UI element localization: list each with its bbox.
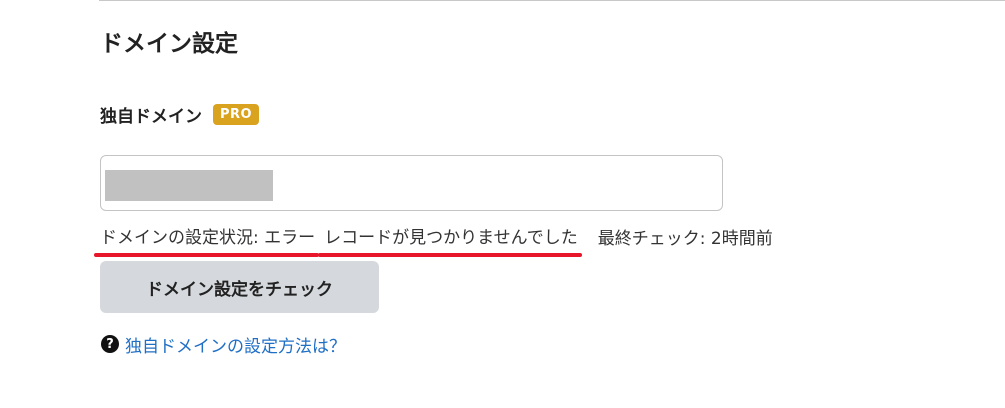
check-domain-button[interactable]: ドメイン設定をチェック <box>100 261 379 313</box>
domain-settings-page: ドメイン設定 独自ドメイン PRO ドメインの設定状況: エラー レコードが見つ… <box>0 0 1005 408</box>
help-row[interactable]: ? 独自ドメインの設定方法は？ <box>101 331 346 357</box>
pro-badge: PRO <box>213 103 260 125</box>
custom-domain-label: 独自ドメイン <box>100 106 202 127</box>
custom-domain-input[interactable] <box>100 155 723 211</box>
top-divider <box>99 0 1005 1</box>
custom-domain-label-row: 独自ドメイン PRO <box>100 102 260 127</box>
red-underline-mark <box>94 252 320 257</box>
custom-domain-help-link[interactable]: 独自ドメインの設定方法は？ <box>125 332 346 357</box>
redacted-domain-value <box>105 170 273 201</box>
status-detail-text: レコードが見つかりませんでした <box>324 227 578 248</box>
status-prefix-text: ドメインの設定状況: エラー <box>100 227 316 248</box>
red-underline-mark <box>318 252 582 257</box>
status-detail: レコードが見つかりませんでした <box>318 223 582 257</box>
section-title: ドメイン設定 <box>100 31 238 57</box>
last-check-text: 最終チェック: 2時間前 <box>597 228 773 249</box>
status-prefix: ドメインの設定状況: エラー <box>94 223 320 257</box>
domain-status-row: ドメインの設定状況: エラー レコードが見つかりませんでした 最終チェック: 2… <box>94 222 773 257</box>
question-circle-icon: ? <box>101 335 119 353</box>
